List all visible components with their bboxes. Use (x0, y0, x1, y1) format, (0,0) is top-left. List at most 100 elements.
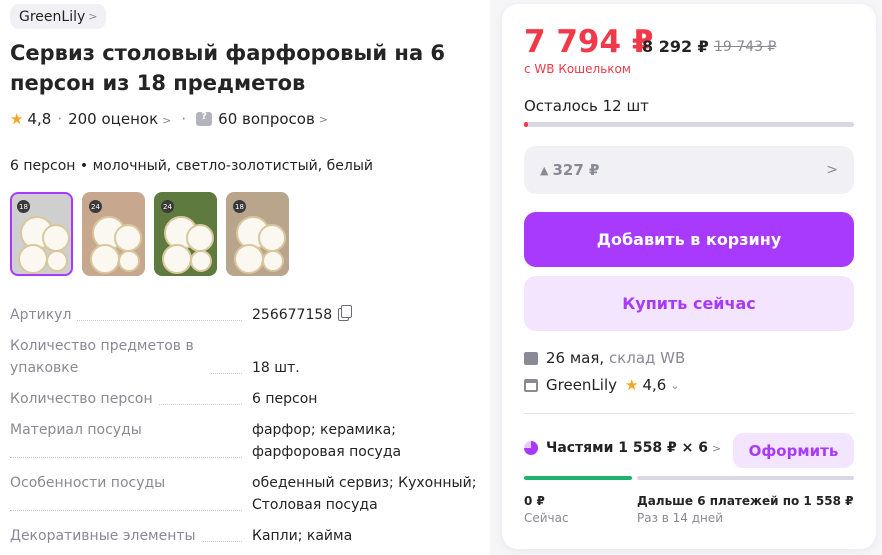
copy-icon[interactable] (338, 305, 353, 321)
chevron-right-icon: > (88, 10, 98, 23)
spec-key-text: Количество предметов в упаковке (10, 335, 210, 379)
pay-later-value: Дальше 6 платежей по 1 558 ₽ (637, 494, 854, 508)
spec-leader-dots (10, 510, 242, 511)
spec-row: Артикул 256677158 (10, 304, 480, 326)
split-payment-link[interactable]: Частями 1 558 ₽ × 6 > (524, 440, 721, 456)
spec-key: Декоративные элементы (10, 525, 252, 547)
spec-key: Материал посуды (10, 419, 252, 463)
spec-value: Капли; кайма (252, 525, 480, 547)
plate-shape (262, 250, 284, 272)
plate-shape (90, 244, 120, 274)
spec-key: Артикул (10, 304, 252, 326)
seller-link[interactable]: GreenLily ★ 4,6 ⌄ (524, 376, 680, 394)
spec-row: Количество персон 6 персон (10, 388, 480, 410)
price-without-wallet: 8 292 ₽ (642, 37, 709, 56)
questions-link[interactable]: 60 вопросов> (196, 110, 328, 128)
stock-label: Осталось 12 шт (524, 97, 649, 115)
pie-chart-icon (524, 441, 538, 455)
questions-count: 60 вопросов (218, 110, 315, 128)
product-thumbnail[interactable]: 24 (154, 192, 217, 276)
spec-value-text: 18 шт. (252, 360, 300, 376)
spec-key: Особенности посуды (10, 472, 252, 516)
spec-value: 18 шт. (252, 335, 480, 379)
spec-value-text: фарфор; керамика; фарфоровая посуда (252, 422, 402, 460)
thumbnail-badge: 24 (89, 200, 102, 213)
chevron-down-icon: ⌄ (670, 378, 680, 392)
spec-key-text: Особенности посуды (10, 472, 172, 494)
stock-bar (524, 122, 854, 127)
plate-shape (190, 250, 212, 272)
rating-row: ★ 4,8 · 200 оценок> · 60 вопросов> (10, 110, 328, 128)
wallet-note: с WB Кошельком (524, 62, 631, 76)
question-icon (196, 111, 213, 126)
spec-row: Особенности посуды обеденный сервиз; Кухо… (10, 472, 480, 516)
pay-now-value: 0 ₽ (524, 494, 545, 508)
plate-shape (42, 224, 70, 252)
add-to-cart-button[interactable]: Добавить в корзину (524, 212, 854, 267)
stock-bar-fill (524, 122, 528, 127)
spec-value: 256677158 (252, 304, 480, 326)
spec-value: 6 персон (252, 388, 480, 410)
spec-value-text: 256677158 (252, 307, 333, 323)
plate-shape (46, 250, 68, 272)
plate-shape (114, 224, 142, 252)
box-icon (524, 351, 538, 365)
thumbnail-strip: 18 24 24 18 (10, 192, 289, 276)
spec-row: Материал посуды фарфор; керамика; фарфоро… (10, 419, 480, 463)
chevron-right-icon: > (318, 112, 329, 126)
chevron-right-icon: > (826, 162, 838, 178)
triangle-up-icon: ▲ (540, 163, 549, 177)
spec-key-text: Материал посуды (10, 419, 148, 441)
buy-card: 7 794 ₽ 8 292 ₽ 19 743 ₽ с WB Кошельком … (502, 4, 876, 549)
buy-now-button[interactable]: Купить сейчас (524, 276, 854, 331)
price-history-button[interactable]: ▲ 327 ₽ > (524, 146, 854, 194)
shop-icon (524, 378, 538, 392)
thumbnail-badge: 24 (161, 200, 174, 213)
spec-value: фарфор; керамика; фарфоровая посуда (252, 419, 480, 463)
product-thumbnail[interactable]: 18 (10, 192, 73, 276)
separator-dot: · (181, 110, 187, 128)
reviews-link[interactable]: 200 оценок > (68, 110, 171, 128)
product-thumbnail[interactable]: 24 (82, 192, 145, 276)
thumbnail-badge: 18 (233, 200, 246, 213)
brand-link[interactable]: GreenLily > (10, 4, 107, 29)
divider (524, 413, 854, 414)
price-current: 7 794 ₽ (524, 24, 654, 60)
star-icon: ★ (10, 110, 24, 128)
spec-key-text: Количество персон (10, 388, 159, 410)
reviews-count: 200 оценок (68, 110, 159, 128)
plate-shape (118, 250, 140, 272)
variant-label: 6 персон • молочный, светло-золотистый, … (10, 158, 374, 174)
split-payment-button[interactable]: Оформить (733, 433, 854, 468)
spec-value: обеденный сервиз; Кухонный; Столовая пос… (252, 472, 480, 516)
split-payment-text: Частями 1 558 ₽ × 6 (546, 440, 708, 456)
plate-shape (162, 244, 192, 274)
price-history-value: 327 ₽ (552, 161, 600, 179)
spec-value-text: 6 персон (252, 391, 318, 407)
payment-progress-later (637, 476, 854, 480)
rating-value: 4,8 (27, 110, 52, 128)
spec-value-text: обеденный сервиз; Кухонный; Столовая пос… (252, 475, 477, 513)
spec-row: Количество предметов в упаковке 18 шт. (10, 335, 480, 379)
brand-name: GreenLily (19, 8, 86, 25)
delivery-date: 26 мая, (546, 349, 605, 367)
product-title: Сервиз столовый фарфоровый на 6 персон и… (10, 41, 446, 95)
spec-value-text: Капли; кайма (252, 528, 353, 544)
plate-shape (234, 244, 264, 274)
spec-key-text: Декоративные элементы (10, 525, 202, 547)
spec-key: Количество предметов в упаковке (10, 335, 252, 379)
specs-table: Артикул 256677158 Количество предметов в у… (10, 304, 480, 555)
delivery-source: склад WB (608, 349, 686, 367)
spec-leader-dots (10, 457, 242, 458)
plate-shape (258, 224, 286, 252)
delivery-info: 26 мая, склад WB (524, 349, 685, 367)
chevron-right-icon: > (162, 114, 172, 127)
product-info-panel: GreenLily > Сервиз столовый фарфоровый н… (0, 0, 490, 555)
chevron-right-icon: > (711, 441, 722, 455)
pay-later-label: Раз в 14 дней (637, 511, 724, 525)
thumbnail-badge: 18 (17, 200, 30, 213)
product-thumbnail[interactable]: 18 (226, 192, 289, 276)
spec-key-text: Артикул (10, 304, 78, 326)
spec-key: Количество персон (10, 388, 252, 410)
seller-rating: 4,6 (642, 376, 667, 394)
